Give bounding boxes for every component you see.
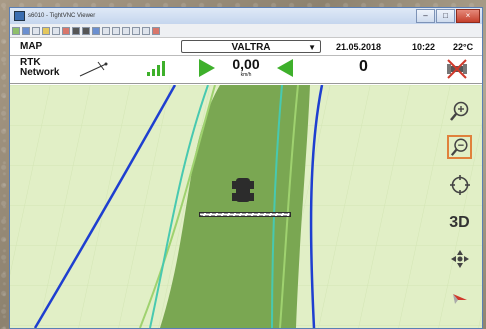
alt-key-icon[interactable] [82,26,90,35]
info-icon[interactable] [142,26,150,35]
window-title: s6010 - TightVNC Viewer [28,13,96,19]
mode-label: MAP [20,41,43,52]
vehicle-value: VALTRA [231,42,271,53]
header-row: MAP VALTRA ▼ 21.05.2018 10:22 22°C [10,38,482,56]
north-arrow-button[interactable] [447,285,472,309]
date-display: 21.05.2018 [336,41,382,52]
counter-value: 0 [359,58,368,75]
back-arrow-icon[interactable] [277,59,293,77]
satellite-off-icon[interactable] [446,58,468,80]
title-bar[interactable]: s6010 - TightVNC Viewer – □ × [10,8,482,24]
view-3d-label: 3D [449,214,470,231]
map-controls: 3D [437,85,482,328]
chevron-down-icon: ▼ [308,43,316,52]
north-arrow-icon [452,294,467,304]
correction-line-2: Network [20,67,60,78]
zoom-in-icon[interactable] [102,26,110,35]
zoom-100-icon[interactable] [132,26,140,35]
temperature-display: 22°C [453,41,474,52]
implement-bar [199,212,291,217]
status-row: RTK Network 0,00 km/h 0 [10,56,482,84]
zoom-out-icon [450,138,468,156]
remote-screen[interactable]: MAP VALTRA ▼ 21.05.2018 10:22 22°C RTK N… [10,38,482,328]
maximize-button[interactable]: □ [436,9,455,23]
new-connection-icon[interactable] [12,26,20,35]
zoom-out-icon[interactable] [112,26,120,35]
zoom-in-icon [449,101,468,121]
close-connection-icon[interactable] [152,26,160,35]
ctrl-alt-del-icon[interactable] [62,26,70,35]
close-button[interactable]: × [456,9,480,23]
field-map[interactable] [10,85,482,328]
options-icon[interactable] [32,26,40,35]
vnc-window: s6010 - TightVNC Viewer – □ × MAP VALTRA… [9,7,483,329]
speed-value: 0,00 [232,56,260,72]
center-button[interactable] [447,173,472,197]
save-icon[interactable] [22,26,30,35]
speed-unit: km/h [240,72,252,78]
vnc-toolbar [10,24,482,38]
signal-strength-icon [147,61,165,76]
zoom-out-button[interactable] [447,135,472,159]
fullscreen-icon[interactable] [92,26,100,35]
map-view[interactable] [10,85,482,328]
zoom-in-button[interactable] [447,99,472,123]
view-3d-button[interactable]: 3D [447,211,472,235]
center-icon [449,175,470,195]
vehicle-select[interactable]: VALTRA ▼ [181,40,321,53]
zoom-fit-icon[interactable] [122,26,130,35]
pan-button[interactable] [447,247,472,271]
antenna-icon [79,61,108,77]
window-controls: – □ × [416,9,480,23]
refresh-icon[interactable] [42,26,50,35]
pause-icon[interactable] [52,26,60,35]
time-display: 10:22 [412,41,436,52]
forward-arrow-icon[interactable] [199,59,215,77]
ctrl-key-icon[interactable] [72,26,80,35]
minimize-button[interactable]: – [416,9,435,23]
pan-icon [450,250,469,268]
correction-source[interactable]: RTK Network [20,58,59,78]
app-icon [14,11,25,21]
